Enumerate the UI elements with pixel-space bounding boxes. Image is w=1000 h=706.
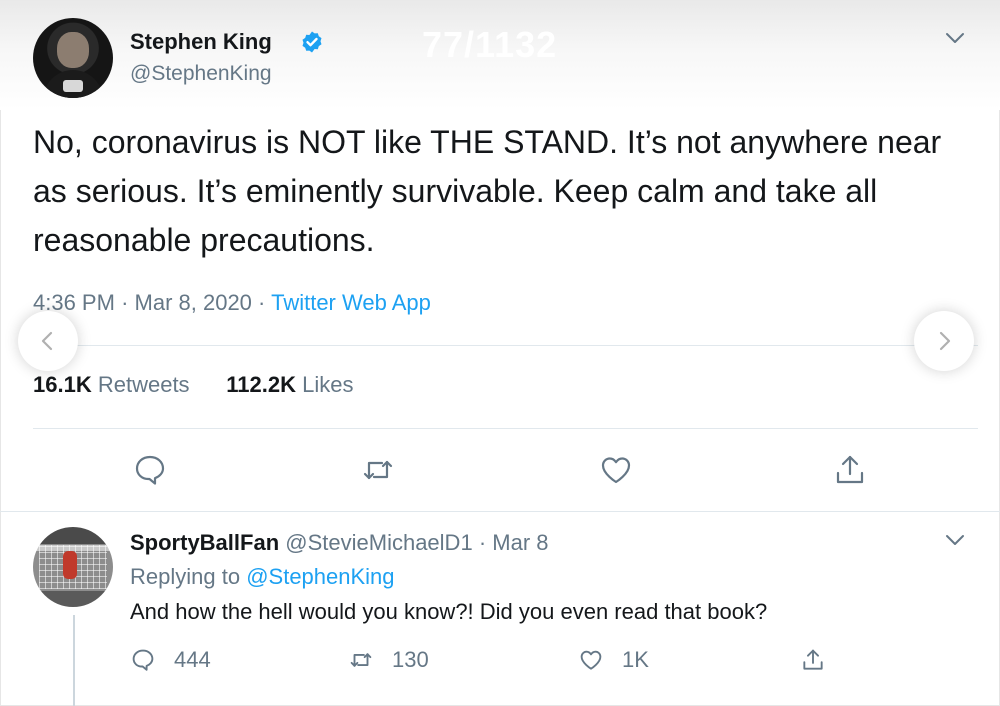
previous-button[interactable] bbox=[18, 311, 78, 371]
replying-to: Replying to @StephenKing bbox=[130, 564, 395, 590]
tweet-stats: 16.1K Retweets 112.2K Likes bbox=[33, 372, 353, 398]
meta-separator: · bbox=[121, 290, 129, 315]
retweets-stat[interactable]: 16.1K Retweets bbox=[33, 372, 190, 397]
image-counter: 77/1132 bbox=[422, 24, 558, 65]
tweet-source[interactable]: Twitter Web App bbox=[271, 290, 431, 315]
like-count: 1K bbox=[622, 647, 649, 672]
next-button[interactable] bbox=[914, 311, 974, 371]
heart-icon[interactable] bbox=[598, 452, 634, 488]
reply-avatar[interactable] bbox=[33, 527, 113, 607]
reply-count: 444 bbox=[174, 647, 211, 672]
retweet-arrows-icon[interactable] bbox=[360, 452, 396, 488]
reply-header: SportyBallFan @StevieMichaelD1 · Mar 8 bbox=[130, 530, 549, 556]
reply-date[interactable]: Mar 8 bbox=[492, 530, 548, 555]
reply-retweet-button[interactable]: 130 bbox=[348, 646, 429, 674]
divider bbox=[0, 511, 1000, 512]
avatar-shirt-print bbox=[63, 80, 83, 92]
reply-reply-button[interactable]: 444 bbox=[130, 646, 211, 674]
chevron-down-icon[interactable] bbox=[944, 532, 966, 548]
author-avatar[interactable] bbox=[33, 18, 113, 98]
reply-author-name[interactable]: SportyBallFan bbox=[130, 530, 279, 555]
replying-to-handle[interactable]: @StephenKing bbox=[246, 564, 394, 589]
share-upload-icon bbox=[803, 649, 823, 670]
reply-text: And how the hell would you know?! Did yo… bbox=[130, 599, 768, 624]
likes-label: Likes bbox=[302, 372, 354, 397]
retweet-arrows-icon bbox=[350, 653, 372, 667]
chevron-left-icon bbox=[41, 331, 53, 351]
thread-line bbox=[73, 615, 75, 706]
divider bbox=[33, 345, 978, 346]
chevron-down-icon[interactable] bbox=[944, 30, 966, 46]
retweets-count: 16.1K bbox=[33, 372, 92, 397]
retweets-label: Retweets bbox=[97, 372, 190, 397]
chevron-right-icon bbox=[939, 331, 951, 351]
reply-handle[interactable]: @StevieMichaelD1 bbox=[285, 530, 472, 555]
tweet-meta: 4:36 PM · Mar 8, 2020 · Twitter Web App bbox=[33, 290, 431, 316]
tweet-date[interactable]: Mar 8, 2020 bbox=[135, 290, 252, 315]
likes-stat[interactable]: 112.2K Likes bbox=[226, 372, 353, 397]
reply-share-button[interactable] bbox=[800, 646, 826, 674]
comment-bubble-icon[interactable] bbox=[132, 452, 168, 488]
avatar-player bbox=[63, 551, 77, 579]
author-handle[interactable]: @StephenKing bbox=[130, 62, 272, 86]
reply-like-button[interactable]: 1K bbox=[578, 646, 649, 674]
replying-prefix: Replying to bbox=[130, 564, 241, 589]
comment-bubble-icon bbox=[132, 649, 154, 671]
tweet-text: No, coronavirus is NOT like THE STAND. I… bbox=[33, 124, 942, 258]
meta-separator: · bbox=[478, 530, 487, 555]
retweet-count: 130 bbox=[392, 647, 429, 672]
verified-badge-icon bbox=[302, 31, 322, 53]
meta-separator: · bbox=[258, 290, 266, 315]
heart-icon bbox=[580, 650, 602, 670]
avatar-face bbox=[57, 32, 89, 68]
share-upload-icon[interactable] bbox=[832, 452, 868, 488]
likes-count: 112.2K bbox=[226, 372, 296, 397]
divider bbox=[33, 428, 978, 429]
author-name[interactable]: Stephen King bbox=[130, 29, 272, 55]
